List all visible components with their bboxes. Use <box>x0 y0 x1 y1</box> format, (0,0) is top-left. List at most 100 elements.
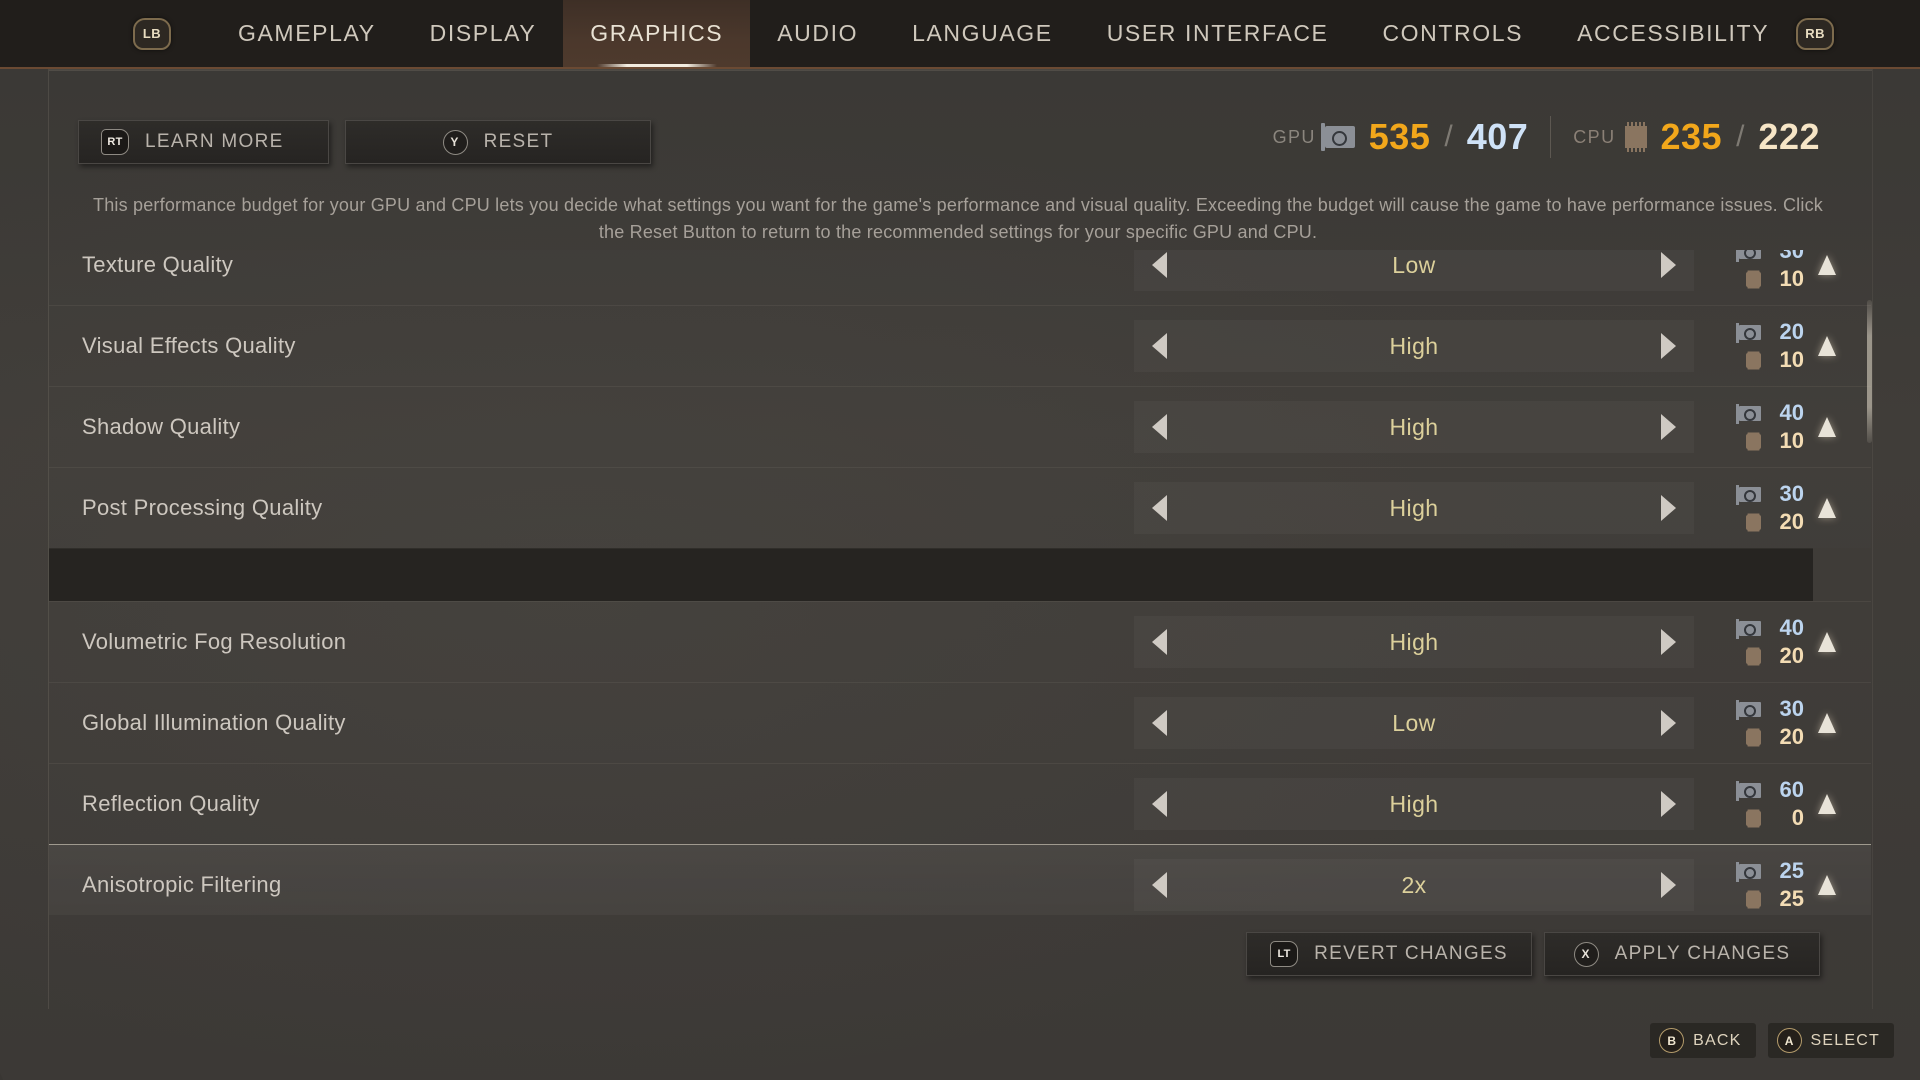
setting-row[interactable]: Volumetric Fog Resolution High 40 20 <box>49 601 1871 682</box>
gpu-budget-separator: / <box>1444 120 1453 153</box>
cpu-cost-value: 10 <box>1779 347 1804 372</box>
chevron-left-icon[interactable] <box>1152 495 1167 521</box>
setting-row[interactable]: Texture Quality Low 30 10 <box>49 250 1871 305</box>
gpu-card-icon <box>1736 699 1761 720</box>
setting-stepper[interactable]: High <box>1134 320 1694 372</box>
setting-row[interactable]: Shadow Quality High 40 10 <box>49 386 1871 467</box>
setting-stepper[interactable]: High <box>1134 482 1694 534</box>
chevron-right-icon[interactable] <box>1661 414 1676 440</box>
tab-controls[interactable]: CONTROLS <box>1355 0 1550 67</box>
tab-gameplay[interactable]: GAMEPLAY <box>211 0 403 67</box>
legend-item-select[interactable]: A SELECT <box>1767 1023 1894 1058</box>
settings-tabs: GAMEPLAY DISPLAY GRAPHICS AUDIO LANGUAGE USER… <box>211 0 1796 67</box>
chevron-left-icon[interactable] <box>1152 414 1167 440</box>
cpu-cost-value: 25 <box>1779 886 1804 911</box>
cpu-budget-used: 235 <box>1660 116 1723 157</box>
cost-values: 30 20 <box>1736 696 1804 750</box>
setting-stepper[interactable]: 2x <box>1134 859 1694 911</box>
setting-stepper[interactable]: Low <box>1134 250 1694 291</box>
settings-screen: LB GAMEPLAY DISPLAY GRAPHICS AUDIO LANGUAGE U… <box>0 0 1920 1080</box>
tab-graphics[interactable]: GRAPHICS <box>563 0 751 67</box>
setting-label: Shadow Quality <box>82 414 241 439</box>
setting-label: Volumetric Fog Resolution <box>82 629 347 654</box>
cost-values: 30 10 <box>1736 250 1804 292</box>
a-button-icon: A <box>1776 1028 1802 1053</box>
y-button-icon: Y <box>442 129 468 155</box>
lt-trigger-icon: LT <box>1270 941 1299 967</box>
learn-more-label: LEARN MORE <box>145 131 284 152</box>
apply-changes-label: APPLY CHANGES <box>1614 943 1791 964</box>
gpu-cost-value: 25 <box>1779 858 1804 883</box>
scrollbar-thumb[interactable] <box>1867 300 1872 443</box>
tab-accessibility[interactable]: ACCESSIBILITY <box>1550 0 1796 67</box>
settings-list-viewport: Texture Quality Low 30 10 Visual Effects Qua… <box>49 250 1871 915</box>
setting-value: High <box>1389 790 1439 817</box>
settings-scrollbar[interactable] <box>1867 300 1872 915</box>
cpu-cost-line: 25 <box>1739 886 1804 912</box>
cpu-cost-value: 20 <box>1779 509 1804 534</box>
cpu-chip-icon <box>1746 352 1761 368</box>
gpu-cost-value: 40 <box>1779 615 1804 640</box>
setting-cost-group: 30 10 <box>1736 250 1836 292</box>
setting-value: High <box>1389 413 1439 440</box>
revert-changes-button[interactable]: LT REVERT CHANGES <box>1246 932 1532 976</box>
left-bumper-icon[interactable]: LB <box>133 17 171 50</box>
chevron-right-icon[interactable] <box>1661 791 1676 817</box>
setting-row[interactable]: Reflection Quality High 60 0 <box>49 763 1871 844</box>
learn-more-button[interactable]: RT LEARN MORE <box>78 120 329 164</box>
cost-values: 25 25 <box>1736 858 1804 912</box>
caret-up-icon <box>1818 632 1836 652</box>
apply-changes-button[interactable]: X APPLY CHANGES <box>1544 932 1820 976</box>
setting-label: Anisotropic Filtering <box>82 872 282 897</box>
setting-row[interactable]: Global Illumination Quality Low 30 20 <box>49 682 1871 763</box>
cpu-budget-label: CPU <box>1573 126 1616 147</box>
cpu-chip-icon <box>1746 514 1761 530</box>
chevron-left-icon[interactable] <box>1152 791 1167 817</box>
chevron-left-icon[interactable] <box>1152 710 1167 736</box>
chevron-right-icon[interactable] <box>1661 710 1676 736</box>
chevron-right-icon[interactable] <box>1661 252 1676 278</box>
gpu-card-icon <box>1736 250 1761 262</box>
setting-label: Post Processing Quality <box>82 495 323 520</box>
chevron-left-icon[interactable] <box>1152 252 1167 278</box>
chevron-right-icon[interactable] <box>1661 495 1676 521</box>
gpu-card-icon <box>1320 123 1355 151</box>
chevron-right-icon[interactable] <box>1661 629 1676 655</box>
setting-stepper[interactable]: High <box>1134 778 1694 830</box>
setting-value: Low <box>1392 709 1436 736</box>
settings-list: Texture Quality Low 30 10 Visual Effects Qua… <box>49 250 1871 915</box>
legend-item-back[interactable]: B BACK <box>1650 1023 1756 1058</box>
cpu-cost-value: 20 <box>1779 643 1804 668</box>
performance-budget-meter: GPU 535 / 407 CPU 235 / 222 <box>1273 112 1820 162</box>
tab-language[interactable]: LANGUAGE <box>885 0 1080 67</box>
chevron-left-icon[interactable] <box>1152 333 1167 359</box>
setting-cost-group: 25 25 <box>1736 858 1836 912</box>
cost-values: 30 20 <box>1736 481 1804 535</box>
setting-stepper[interactable]: High <box>1134 616 1694 668</box>
cpu-chip-icon <box>1746 891 1761 907</box>
setting-row[interactable]: Anisotropic Filtering 2x 25 25 <box>49 844 1871 915</box>
right-bumper-icon[interactable]: RB <box>1796 17 1835 50</box>
chevron-right-icon[interactable] <box>1661 872 1676 898</box>
caret-up-icon <box>1818 255 1836 275</box>
x-button-icon: X <box>1573 941 1599 967</box>
reset-label: RESET <box>483 131 554 152</box>
caret-up-icon <box>1818 875 1836 895</box>
chevron-right-icon[interactable] <box>1661 333 1676 359</box>
setting-row[interactable]: Visual Effects Quality High 20 10 <box>49 305 1871 386</box>
gpu-card-icon <box>1736 618 1761 639</box>
cpu-cost-line: 20 <box>1739 509 1804 535</box>
setting-stepper[interactable]: High <box>1134 401 1694 453</box>
cost-values: 20 10 <box>1736 319 1804 373</box>
setting-cost-group: 40 10 <box>1736 400 1836 454</box>
setting-row[interactable]: Post Processing Quality High 30 20 <box>49 467 1871 548</box>
setting-cost-group: 60 0 <box>1736 777 1836 831</box>
reset-button[interactable]: Y RESET <box>345 120 651 164</box>
setting-stepper[interactable]: Low <box>1134 697 1694 749</box>
tab-audio[interactable]: AUDIO <box>750 0 885 67</box>
chevron-left-icon[interactable] <box>1152 629 1167 655</box>
chevron-left-icon[interactable] <box>1152 872 1167 898</box>
tab-display[interactable]: DISPLAY <box>403 0 564 67</box>
tab-user-interface[interactable]: USER INTERFACE <box>1080 0 1356 67</box>
footer-actions: LT REVERT CHANGES X APPLY CHANGES <box>1246 932 1820 976</box>
